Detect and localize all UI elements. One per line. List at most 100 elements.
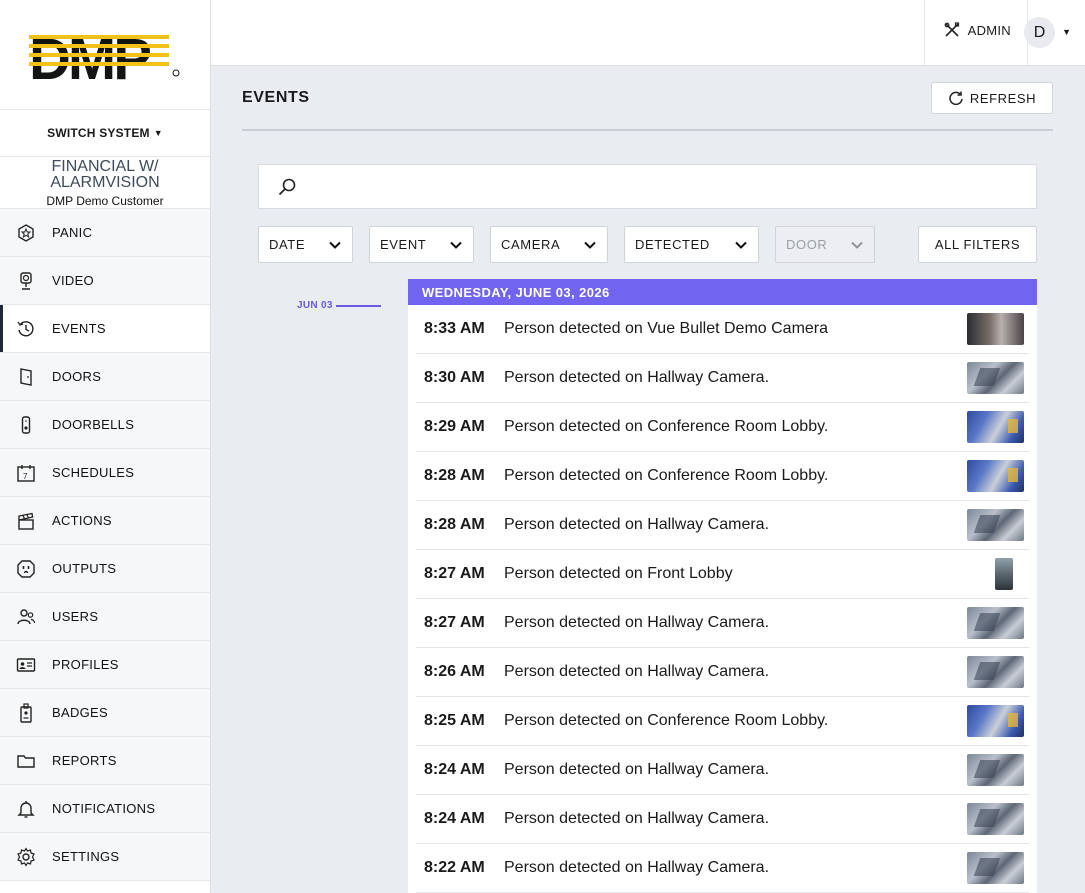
search-bar[interactable] (258, 164, 1037, 209)
switch-system-button[interactable]: SWITCH SYSTEM ▼ (0, 110, 210, 157)
event-row[interactable]: 8:26 AM Person detected on Hallway Camera… (416, 648, 1029, 697)
event-thumbnail[interactable] (967, 803, 1024, 835)
event-thumbnail[interactable] (967, 607, 1024, 639)
sidebar-item-profiles[interactable]: PROFILES (0, 641, 210, 689)
day-header: WEDNESDAY, JUNE 03, 2026 (408, 279, 1037, 305)
event-row[interactable]: 8:22 AM Person detected on Hallway Camera… (416, 844, 1029, 893)
event-row[interactable]: 8:29 AM Person detected on Conference Roo… (416, 403, 1029, 452)
caret-down-icon[interactable]: ▼ (1062, 27, 1071, 37)
sidebar-item-outputs[interactable]: OUTPUTS (0, 545, 210, 593)
sidebar-item-schedules[interactable]: 7 SCHEDULES (0, 449, 210, 497)
customer-name: DMP Demo Customer (46, 194, 164, 208)
event-description: Person detected on Conference Room Lobby… (504, 418, 829, 435)
page-title: EVENTS (242, 89, 310, 106)
refresh-button[interactable]: REFRESH (931, 82, 1053, 114)
event-time: 8:24 AM (424, 810, 485, 827)
sidebar-item-panic[interactable]: PANIC (0, 209, 210, 257)
sidebar-item-events[interactable]: EVENTS (0, 305, 210, 353)
event-thumbnail[interactable] (967, 460, 1024, 492)
sidebar-item-notifications[interactable]: NOTIFICATIONS (0, 785, 210, 833)
event-time: 8:33 AM (424, 320, 485, 337)
bell-icon (17, 800, 35, 818)
event-row[interactable]: 8:30 AM Person detected on Hallway Camera… (416, 354, 1029, 403)
event-time: 8:29 AM (424, 418, 485, 435)
dmp-logo: DMP (0, 0, 210, 110)
event-time: 8:28 AM (424, 467, 485, 484)
clapperboard-icon (18, 512, 34, 530)
user-avatar[interactable]: D (1024, 17, 1055, 48)
admin-label: ADMIN (967, 22, 1011, 38)
sidebar-item-doors[interactable]: DOORS (0, 353, 210, 401)
calendar-icon: 7 (17, 464, 35, 482)
sidebar-item-doorbells[interactable]: DOORBELLS (0, 401, 210, 449)
door-icon (20, 367, 32, 386)
event-thumbnail[interactable] (967, 852, 1024, 884)
filter-label: DOOR (786, 237, 828, 252)
sidebar-item-badges[interactable]: BADGES (0, 689, 210, 737)
chevron-down-icon (450, 241, 462, 249)
sidebar-nav: PANIC VIDEO EVENTS DOORS DOORBELLS 7 SCHEDULES… (0, 209, 210, 881)
timeline-date: JUN 03 (297, 300, 333, 311)
sidebar-item-actions[interactable]: ACTIONS (0, 497, 210, 545)
event-thumbnail[interactable] (967, 705, 1024, 737)
filter-door: DOOR (775, 226, 875, 263)
event-description: Person detected on Hallway Camera. (504, 663, 770, 680)
badge-icon (20, 702, 32, 723)
users-icon (17, 608, 36, 624)
refresh-label: REFRESH (969, 90, 1037, 106)
event-row[interactable]: 8:25 AM Person detected on Conference Roo… (416, 697, 1029, 746)
filter-event[interactable]: EVENT (369, 226, 474, 263)
filter-date[interactable]: DATE (258, 226, 353, 263)
filter-detected[interactable]: DETECTED (624, 226, 759, 263)
sidebar-item-settings[interactable]: SETTINGS (0, 833, 210, 881)
event-description: Person detected on Front Lobby (504, 565, 733, 582)
event-time: 8:28 AM (424, 516, 485, 533)
event-row[interactable]: 8:28 AM Person detected on Hallway Camera… (416, 501, 1029, 550)
system-name: FINANCIAL W/ ALARMVISION (50, 158, 160, 191)
event-time: 8:30 AM (424, 369, 485, 386)
sidebar-item-reports[interactable]: REPORTS (0, 737, 210, 785)
panic-icon (18, 223, 34, 242)
history-icon (17, 320, 34, 336)
event-row[interactable]: 8:27 AM Person detected on Hallway Camera… (416, 599, 1029, 648)
event-time: 8:26 AM (424, 663, 485, 680)
event-row[interactable]: 8:27 AM Person detected on Front Lobby (416, 550, 1029, 599)
event-row[interactable]: 8:28 AM Person detected on Conference Roo… (416, 452, 1029, 501)
event-description: Person detected on Hallway Camera. (504, 516, 770, 533)
all-filters-button[interactable]: ALL FILTERS (918, 226, 1037, 263)
event-thumbnail[interactable] (967, 656, 1024, 688)
event-row[interactable]: 8:24 AM Person detected on Hallway Camera… (416, 746, 1029, 795)
events-list: WEDNESDAY, JUNE 03, 2026 8:33 AM Person d… (408, 279, 1037, 893)
chevron-down-icon (851, 241, 863, 249)
event-thumbnail[interactable] (967, 313, 1024, 345)
sidebar-item-users[interactable]: USERS (0, 593, 210, 641)
event-time: 8:27 AM (424, 565, 485, 582)
doorbell-icon (21, 415, 31, 434)
filter-camera[interactable]: CAMERA (490, 226, 608, 263)
filter-label: EVENT (380, 237, 427, 252)
event-thumbnail[interactable] (967, 754, 1024, 786)
chevron-down-icon (584, 241, 596, 249)
admin-button[interactable]: ADMIN (944, 22, 1011, 38)
sidebar: DMP SWITCH SYSTEM ▼ FINANCIAL W/ ALARMVI… (0, 0, 211, 893)
event-thumbnail[interactable] (967, 362, 1024, 394)
tools-icon (944, 22, 959, 37)
sidebar-item-label: EVENTS (52, 321, 106, 336)
event-description: Person detected on Hallway Camera. (504, 614, 770, 631)
topbar: ADMIN D ▼ (211, 0, 1085, 66)
event-thumbnail[interactable] (995, 558, 1013, 590)
event-row[interactable]: 8:24 AM Person detected on Hallway Camera… (416, 795, 1029, 844)
event-thumbnail[interactable] (967, 509, 1024, 541)
event-thumbnail[interactable] (967, 411, 1024, 443)
svg-text:7: 7 (23, 472, 28, 481)
sidebar-item-label: PROFILES (52, 657, 119, 672)
timeline-marker (336, 305, 381, 307)
system-name-block: FINANCIAL W/ ALARMVISION DMP Demo Custom… (0, 157, 210, 209)
sidebar-item-label: USERS (52, 609, 99, 624)
event-row[interactable]: 8:33 AM Person detected on Vue Bullet Dem… (416, 305, 1029, 354)
sidebar-item-label: NOTIFICATIONS (52, 801, 156, 816)
filter-label: DETECTED (635, 237, 710, 252)
sidebar-item-video[interactable]: VIDEO (0, 257, 210, 305)
event-description: Person detected on Hallway Camera. (504, 761, 770, 778)
search-input[interactable] (307, 178, 1036, 195)
